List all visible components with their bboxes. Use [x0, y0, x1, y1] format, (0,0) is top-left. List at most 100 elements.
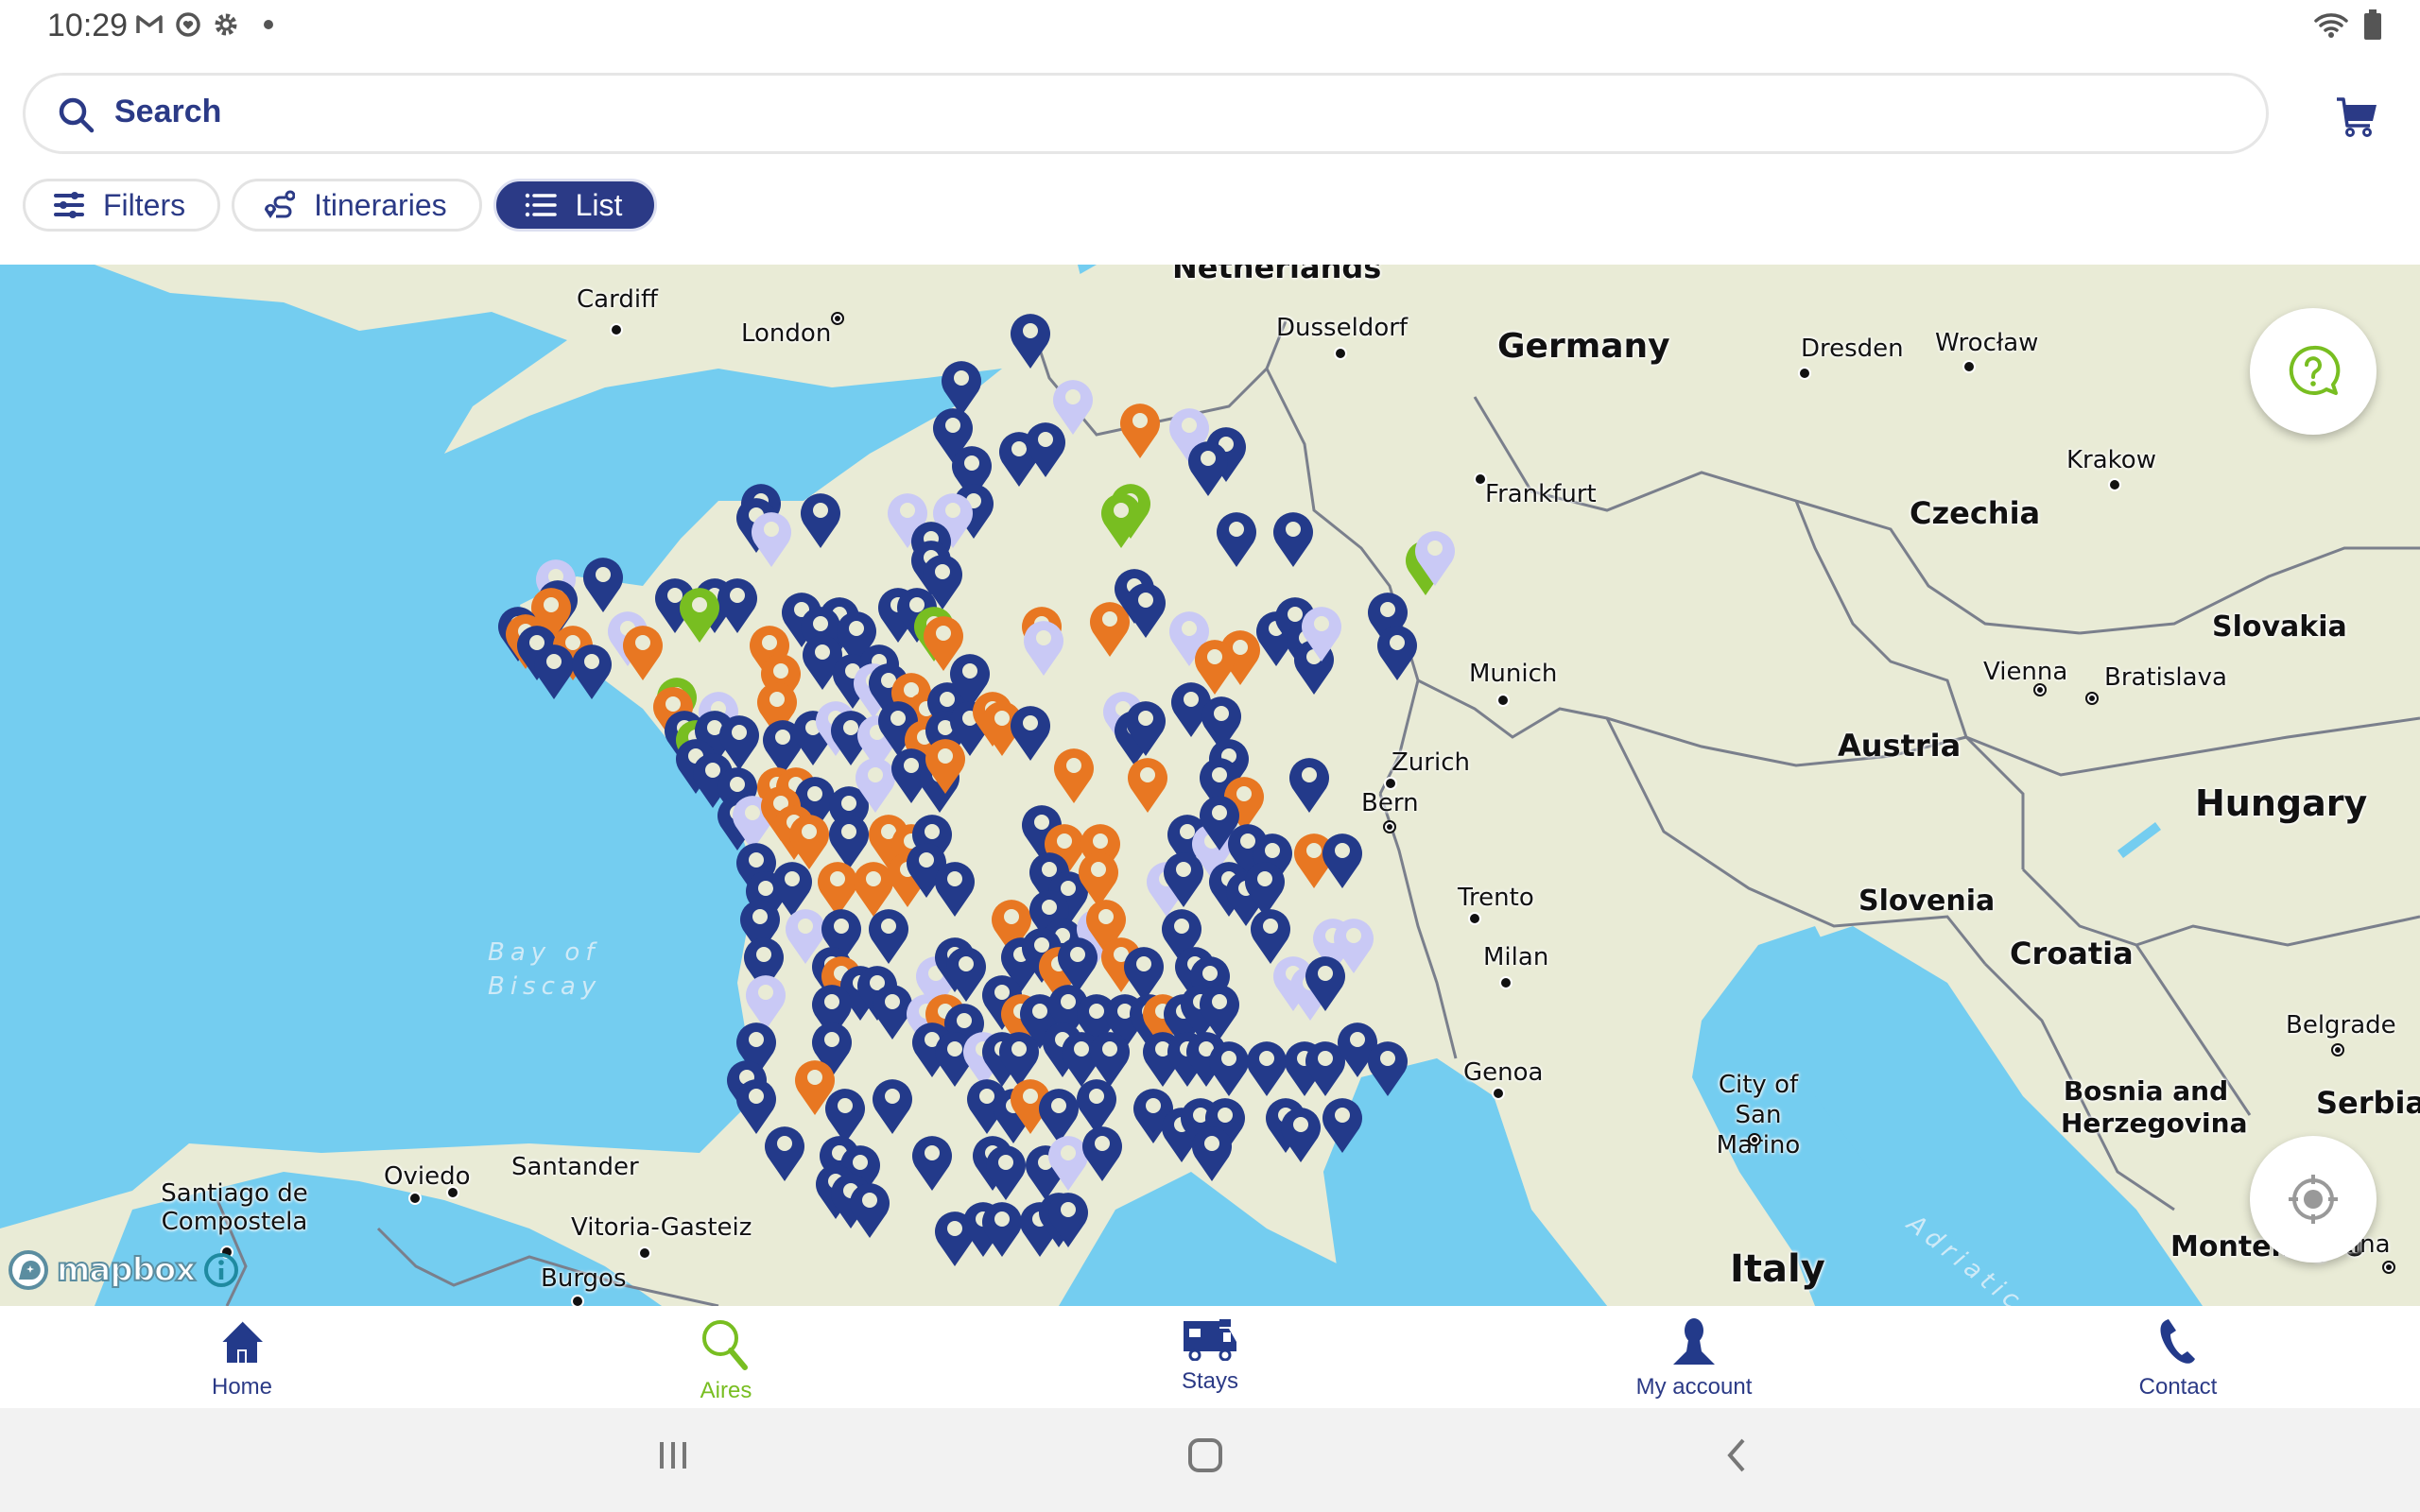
help-chat-icon [2289, 345, 2341, 395]
city-dot [1499, 976, 1512, 989]
mapbox-attribution[interactable]: mapbox [8, 1249, 240, 1291]
recents-icon [660, 1442, 686, 1469]
city-dot [571, 1295, 584, 1306]
map-pin-navy[interactable] [1186, 438, 1230, 496]
city-dot [408, 1192, 422, 1205]
city-dot [1468, 912, 1481, 925]
map-pin-orange[interactable] [621, 622, 665, 680]
map-pin-navy[interactable] [1162, 849, 1205, 907]
map-pin-navy[interactable] [1271, 508, 1315, 567]
city-dot [1798, 367, 1811, 380]
wifi-icon [2314, 13, 2348, 38]
crosshair-locate-icon [2289, 1175, 2338, 1224]
bottom-nav: Home Aires Stays My account Contact [0, 1306, 2420, 1408]
search-input[interactable]: Search [23, 73, 2269, 154]
map-label-santiago: Santiago de Compostela [161, 1179, 308, 1236]
map-label-genoa: Genoa [1463, 1058, 1544, 1087]
map-pin-navy[interactable] [1375, 622, 1419, 680]
sliders-icon [54, 192, 84, 218]
nav-home[interactable]: Home [0, 1306, 484, 1408]
city-dot [1492, 1087, 1505, 1100]
map-pin-navy[interactable] [848, 1179, 891, 1238]
map-pin-navy[interactable] [1124, 579, 1167, 638]
nav-stays[interactable]: Stays [968, 1306, 1452, 1408]
map-pin-navy[interactable] [1190, 1123, 1234, 1181]
gmail-icon [136, 15, 163, 33]
filter-chips: Filters Itineraries List [23, 179, 658, 232]
nav-aires[interactable]: Aires [484, 1306, 968, 1408]
map-label-zurich: Zurich [1392, 748, 1470, 777]
capital-dot [1383, 820, 1396, 833]
map-pin-lavender[interactable] [750, 508, 793, 567]
nav-contact[interactable]: Contact [1936, 1306, 2420, 1408]
map-pin-navy[interactable] [933, 858, 977, 917]
map-pin-navy[interactable] [799, 490, 842, 548]
map-pin-green[interactable] [678, 584, 721, 643]
map-pin-navy[interactable] [570, 641, 614, 699]
map-pin-navy[interactable] [581, 554, 625, 612]
map-pin-navy[interactable] [1321, 830, 1364, 888]
map-pin-navy[interactable] [1288, 754, 1331, 813]
map-pin-navy[interactable] [984, 1142, 1028, 1200]
city-dot [1474, 472, 1487, 486]
city-dot [1496, 694, 1510, 707]
capital-dot [2085, 692, 2099, 705]
heart-circle-icon [176, 12, 200, 37]
map-pin-green[interactable] [1099, 490, 1143, 548]
list-button[interactable]: List [493, 179, 658, 232]
route-icon [265, 190, 296, 218]
map-label-serbia: Serbia [2316, 1085, 2420, 1121]
map-pin-navy[interactable] [1024, 419, 1067, 477]
map-pin-navy[interactable] [1009, 702, 1052, 761]
notification-dot-icon [264, 20, 273, 29]
map-pin-navy[interactable] [910, 1132, 954, 1191]
map-pin-navy[interactable] [1366, 1038, 1409, 1096]
info-icon[interactable] [202, 1251, 240, 1289]
map-pin-orange[interactable] [1118, 400, 1162, 458]
map-pin-orange[interactable] [924, 735, 967, 794]
map-pin-navy[interactable] [1215, 508, 1258, 567]
locate-me-button[interactable] [2250, 1136, 2377, 1263]
map-label-vienna: Vienna [1983, 658, 2068, 686]
nav-contact-label: Contact [2138, 1374, 2218, 1400]
map-pin-orange[interactable] [1052, 745, 1096, 803]
nav-my-account-label: My account [1635, 1374, 1753, 1400]
map-pin-lavender[interactable] [1300, 603, 1343, 662]
search-icon [59, 97, 95, 133]
status-time: 10:29 [47, 8, 129, 43]
map-pin-lavender[interactable] [1413, 527, 1457, 586]
map-pin-navy[interactable] [1279, 1104, 1322, 1162]
map-pin-navy[interactable] [763, 1123, 806, 1181]
back-button[interactable] [1719, 1436, 1756, 1478]
map-pin-orange[interactable] [1126, 754, 1169, 813]
city-dot [446, 1186, 459, 1199]
map-label-dusseldorf: Dusseldorf [1276, 314, 1409, 342]
map-pin-navy[interactable] [1009, 310, 1052, 369]
filters-button[interactable]: Filters [23, 179, 221, 232]
map-pin-navy[interactable] [1321, 1094, 1364, 1153]
map-label-milan: Milan [1483, 943, 1549, 971]
map-pin-navy[interactable] [867, 905, 910, 964]
help-button[interactable] [2250, 308, 2377, 435]
map-pin-navy[interactable] [1304, 953, 1347, 1011]
nav-my-account[interactable]: My account [1452, 1306, 1936, 1408]
map-label-netherlands: Netherlands [1172, 265, 1382, 285]
map-label-slovakia: Slovakia [2212, 610, 2347, 644]
map-pin-lavender[interactable] [1022, 617, 1065, 676]
cart-button[interactable] [2335, 96, 2378, 142]
map-label-santander: Santander [511, 1153, 639, 1181]
map-label-wroclaw: Wrocław [1935, 329, 2039, 357]
home-button[interactable] [1186, 1436, 1224, 1478]
map-view[interactable]: Netherlands Cardiff London Dusseldorf Ge… [0, 265, 2420, 1306]
back-icon [1727, 1438, 1745, 1472]
map-pin-navy[interactable] [1046, 1189, 1090, 1247]
map-pin-navy[interactable] [1124, 697, 1167, 756]
cart-icon [2337, 97, 2377, 137]
itineraries-button[interactable]: Itineraries [232, 179, 482, 232]
nav-home-label: Home [211, 1374, 273, 1400]
city-dot [1334, 347, 1347, 360]
system-nav-bar [0, 1408, 2420, 1512]
recents-button[interactable] [654, 1436, 692, 1478]
map-pin-navy[interactable] [871, 1075, 914, 1134]
map-pin-navy[interactable] [1080, 1123, 1124, 1181]
